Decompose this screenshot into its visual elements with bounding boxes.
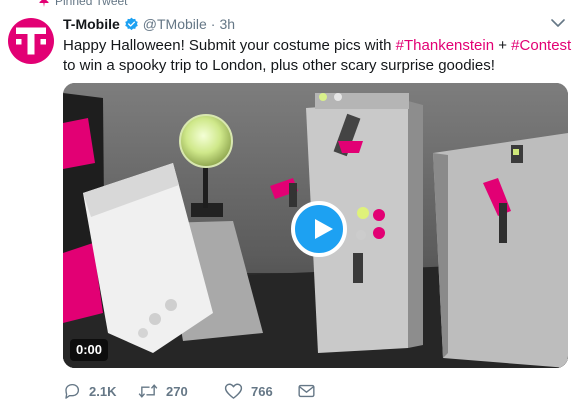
tweet-timestamp[interactable]: 3h: [219, 16, 235, 32]
tweet-text-part: to win a spooky trip to London, plus oth…: [63, 57, 495, 74]
retweet-icon: [138, 384, 158, 398]
reply-button[interactable]: 2.1K: [63, 382, 143, 400]
hashtag-thankenstein[interactable]: #Thankenstein: [396, 37, 494, 54]
hashtag-contest[interactable]: #Contest: [511, 37, 571, 54]
verified-badge-icon: [125, 17, 138, 30]
tweet-text-part: Happy Halloween! Submit your costume pic…: [63, 37, 396, 54]
tweet-text: Happy Halloween! Submit your costume pic…: [63, 36, 573, 76]
tweet-header: T-Mobile @TMobile · 3h: [63, 15, 235, 33]
envelope-icon: [298, 384, 315, 398]
tweet-actions: 2.1K 270 766: [63, 380, 315, 402]
like-button[interactable]: 766: [224, 382, 304, 400]
author-name[interactable]: T-Mobile: [63, 16, 120, 32]
pin-icon: [39, 0, 49, 7]
play-button[interactable]: [291, 201, 347, 257]
avatar[interactable]: [8, 18, 54, 64]
direct-message-button[interactable]: [298, 384, 315, 398]
heart-icon: [224, 383, 243, 399]
video-player[interactable]: 0:00: [63, 83, 568, 368]
play-icon: [315, 219, 333, 239]
retweet-button[interactable]: 270: [138, 382, 218, 400]
pinned-tweet-indicator: Pinned Tweet: [39, 0, 128, 8]
retweet-count: 270: [166, 383, 188, 399]
tweet-text-part: +: [494, 37, 512, 54]
author-handle[interactable]: @TMobile: [143, 16, 207, 32]
video-duration: 0:00: [70, 339, 109, 361]
separator: ·: [210, 16, 216, 32]
like-count: 766: [251, 383, 273, 399]
chevron-down-icon[interactable]: [551, 18, 565, 28]
pinned-label: Pinned Tweet: [55, 0, 128, 8]
tmobile-logo: [16, 27, 46, 55]
reply-icon: [65, 383, 80, 399]
reply-count: 2.1K: [89, 383, 117, 399]
